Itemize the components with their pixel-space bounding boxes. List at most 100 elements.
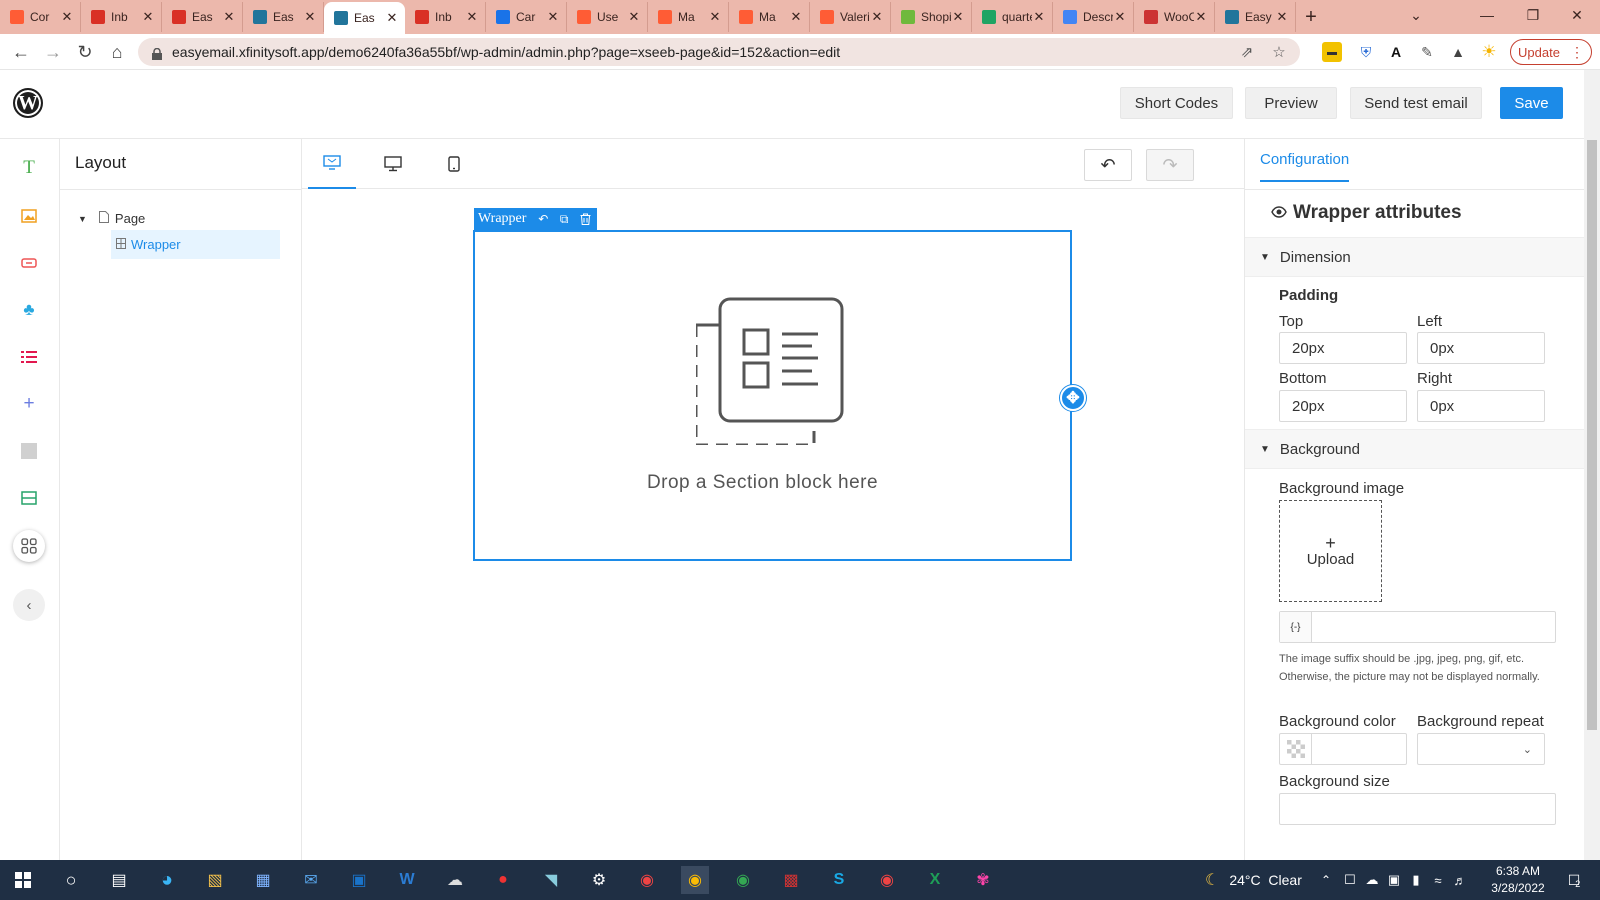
background-repeat-select[interactable]: ⌄ (1417, 733, 1545, 765)
padding-left-input[interactable]: 0px (1417, 332, 1545, 364)
save-button[interactable]: Save (1500, 87, 1563, 119)
tab-search-icon[interactable]: ⌄ (1393, 0, 1439, 30)
navbar-block-icon[interactable] (18, 346, 40, 368)
color-swatch-icon[interactable] (1280, 734, 1312, 764)
new-tab-icon[interactable]: + (1296, 2, 1326, 32)
sun-extension-icon[interactable]: ☀ (1479, 42, 1499, 62)
close-tab-icon[interactable]: ✕ (870, 9, 884, 25)
close-tab-icon[interactable]: ✕ (627, 9, 641, 25)
task-view-icon[interactable]: ▤ (105, 866, 133, 894)
background-section-header[interactable]: ▼ Background (1245, 429, 1584, 469)
bookmark-star-icon[interactable]: ☆ (1268, 43, 1290, 61)
trash-icon[interactable] (576, 210, 594, 228)
redo-button[interactable]: ↷ (1146, 149, 1194, 181)
close-tab-icon[interactable]: ✕ (1113, 9, 1127, 25)
minimize-icon[interactable]: — (1464, 0, 1510, 30)
clock[interactable]: 6:38 AM 3/28/2022 (1480, 863, 1556, 897)
close-tab-icon[interactable]: ✕ (222, 9, 236, 25)
select-parent-icon[interactable]: ↶ (534, 210, 552, 228)
a-extension-icon[interactable]: A (1386, 42, 1406, 62)
close-tab-icon[interactable]: ✕ (1194, 9, 1208, 25)
extension-icon[interactable]: ▬ (1322, 42, 1342, 62)
background-size-input[interactable] (1279, 793, 1556, 825)
text-block-icon[interactable]: T (18, 157, 40, 179)
word-icon[interactable]: W (393, 866, 421, 894)
browser-tab[interactable]: Eas ✕ (243, 2, 324, 32)
wordpress-logo-icon[interactable]: W (13, 88, 43, 118)
section-block-icon[interactable] (18, 487, 40, 509)
browser-tab[interactable]: Cor ✕ (0, 2, 81, 32)
caret-down-icon[interactable]: ▼ (78, 214, 87, 224)
more-blocks-icon[interactable] (13, 530, 45, 562)
padding-bottom-input[interactable]: 20px (1279, 390, 1407, 422)
chrome-icon[interactable]: ◉ (681, 866, 709, 894)
settings-gear-icon[interactable]: ⚙ (585, 866, 613, 894)
back-icon[interactable]: ← (7, 38, 35, 66)
padding-right-input[interactable]: 0px (1417, 390, 1545, 422)
chat-icon[interactable]: ● (489, 866, 517, 894)
tree-item-wrapper[interactable]: Wrapper (111, 230, 280, 259)
reload-icon[interactable]: ↻ (71, 38, 99, 66)
home-icon[interactable]: ⌂ (103, 38, 131, 66)
page-scrollbar[interactable] (1584, 70, 1600, 860)
divider-block-icon[interactable] (18, 440, 40, 462)
browser-tab[interactable]: Eas ✕ (162, 2, 243, 32)
undo-button[interactable]: ↶ (1084, 149, 1132, 181)
url-input[interactable]: easyemail.xfinitysoft.app/demo6240fa36a5… (138, 38, 1300, 66)
windows-start-icon[interactable] (9, 866, 37, 894)
close-tab-icon[interactable]: ✕ (385, 10, 399, 26)
wrapper-drop-zone[interactable]: Drop a Section block here (473, 230, 1072, 561)
close-window-icon[interactable]: ✕ (1554, 0, 1600, 30)
puzzle-extensions-icon[interactable]: ▲ (1448, 42, 1468, 62)
close-tab-icon[interactable]: ✕ (465, 9, 479, 25)
chrome-profile-icon[interactable]: ◉ (873, 866, 901, 894)
tab-mobile[interactable] (430, 139, 478, 189)
share-icon[interactable]: ⇗ (1236, 43, 1258, 61)
close-tab-icon[interactable]: ✕ (789, 9, 803, 25)
search-icon[interactable]: ○ (57, 866, 85, 894)
file-explorer-icon[interactable]: ▧ (201, 866, 229, 894)
paint-icon[interactable]: ✾ (969, 866, 997, 894)
browser-tab[interactable]: Shopify✕ (891, 2, 972, 32)
app-icon[interactable]: ☁ (441, 866, 469, 894)
preview-button[interactable]: Preview (1245, 87, 1337, 119)
excel-icon[interactable]: X (921, 866, 949, 894)
spacer-block-icon[interactable]: + (18, 393, 40, 415)
weather-widget[interactable]: ☾ 24°C Clear (1205, 860, 1302, 900)
store-icon[interactable]: ▦ (249, 866, 277, 894)
notifications-icon[interactable]: ☐ 2 (1560, 866, 1588, 894)
browser-tab[interactable]: Valerie (✕ (810, 2, 891, 32)
shield-extension-icon[interactable]: ⛨ (1356, 42, 1376, 62)
close-tab-icon[interactable]: ✕ (60, 9, 74, 25)
update-button[interactable]: Update ⋮ (1510, 39, 1592, 65)
close-tab-icon[interactable]: ✕ (546, 9, 560, 25)
upload-button[interactable]: + Upload (1279, 500, 1382, 602)
close-tab-icon[interactable]: ✕ (1032, 9, 1046, 25)
eye-icon[interactable] (1271, 202, 1287, 224)
padding-top-input[interactable]: 20px (1279, 332, 1407, 364)
browser-tab[interactable]: Use ✕ (567, 2, 648, 32)
background-color-input[interactable] (1279, 733, 1407, 765)
winrar-icon[interactable]: ▩ (777, 866, 805, 894)
close-tab-icon[interactable]: ✕ (708, 9, 722, 25)
browser-tab[interactable]: Inb ✕ (81, 2, 162, 32)
close-tab-icon[interactable]: ✕ (1275, 9, 1289, 25)
browser-tab[interactable]: Inb ✕ (405, 2, 486, 32)
close-tab-icon[interactable]: ✕ (951, 9, 965, 25)
notes-icon[interactable]: ◥ (537, 866, 565, 894)
close-tab-icon[interactable]: ✕ (303, 9, 317, 25)
browser-tab[interactable]: Ma ✕ (729, 2, 810, 32)
maximize-icon[interactable]: ❐ (1510, 0, 1556, 30)
variable-icon[interactable]: {-} (1280, 612, 1312, 642)
skype-icon[interactable]: S (825, 866, 853, 894)
mail-icon[interactable]: ✉ (297, 866, 325, 894)
tree-item-page[interactable]: ▼ Page (78, 211, 145, 226)
tab-desktop[interactable] (369, 139, 417, 189)
browser-tab[interactable]: Car ✕ (486, 2, 567, 32)
browser-tab[interactable]: Easy Em✕ (1215, 2, 1296, 32)
send-test-email-button[interactable]: Send test email (1350, 87, 1482, 119)
browser-tab[interactable]: Descrip✕ (1053, 2, 1134, 32)
browser-tab[interactable]: Ma ✕ (648, 2, 729, 32)
browser-tab[interactable]: quarter✕ (972, 2, 1053, 32)
copy-icon[interactable]: ⧉ (555, 210, 573, 228)
